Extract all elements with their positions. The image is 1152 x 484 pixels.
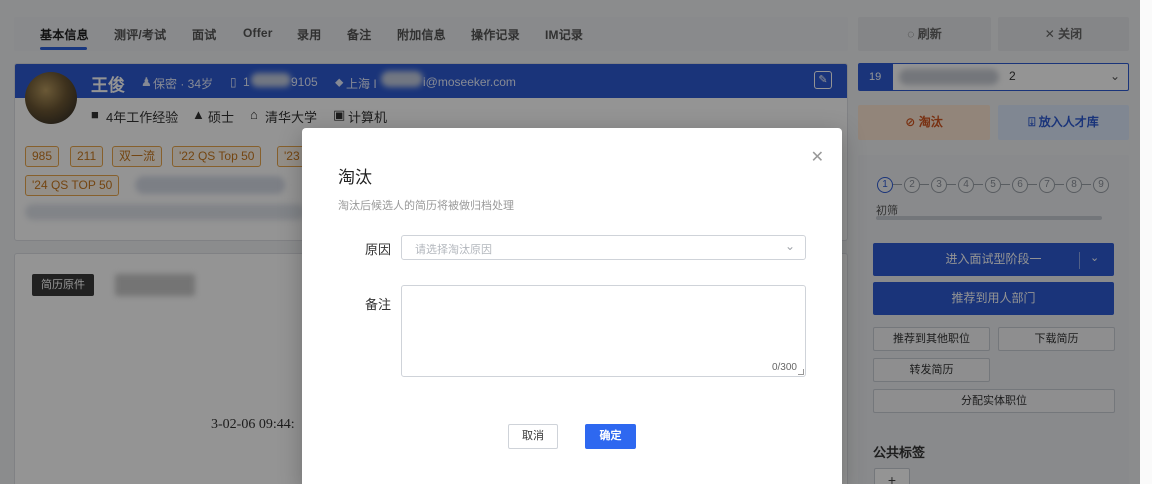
close-icon[interactable]: ✕: [811, 147, 824, 167]
reason-label: 原因: [365, 242, 392, 257]
confirm-button[interactable]: 确定: [585, 424, 636, 449]
reason-placeholder: 请选择淘汰原因: [415, 244, 492, 256]
chevron-down-icon: ⌄: [784, 239, 795, 253]
dialog-title: 淘汰: [338, 168, 372, 187]
resize-handle-icon[interactable]: [798, 369, 804, 375]
remark-char-count: 0/300: [771, 362, 797, 373]
reason-select[interactable]: 请选择淘汰原因 ⌄: [401, 235, 806, 260]
dialog-subtitle: 淘汰后候选人的简历将被做归档处理: [338, 200, 514, 212]
reject-dialog: ✕ 淘汰 淘汰后候选人的简历将被做归档处理 原因 请选择淘汰原因 ⌄ 备注 0/…: [302, 128, 842, 484]
remark-label: 备注: [365, 297, 392, 312]
cancel-button[interactable]: 取消: [508, 424, 558, 449]
remark-textarea[interactable]: 0/300: [401, 285, 806, 377]
window-edge: [1140, 0, 1152, 484]
